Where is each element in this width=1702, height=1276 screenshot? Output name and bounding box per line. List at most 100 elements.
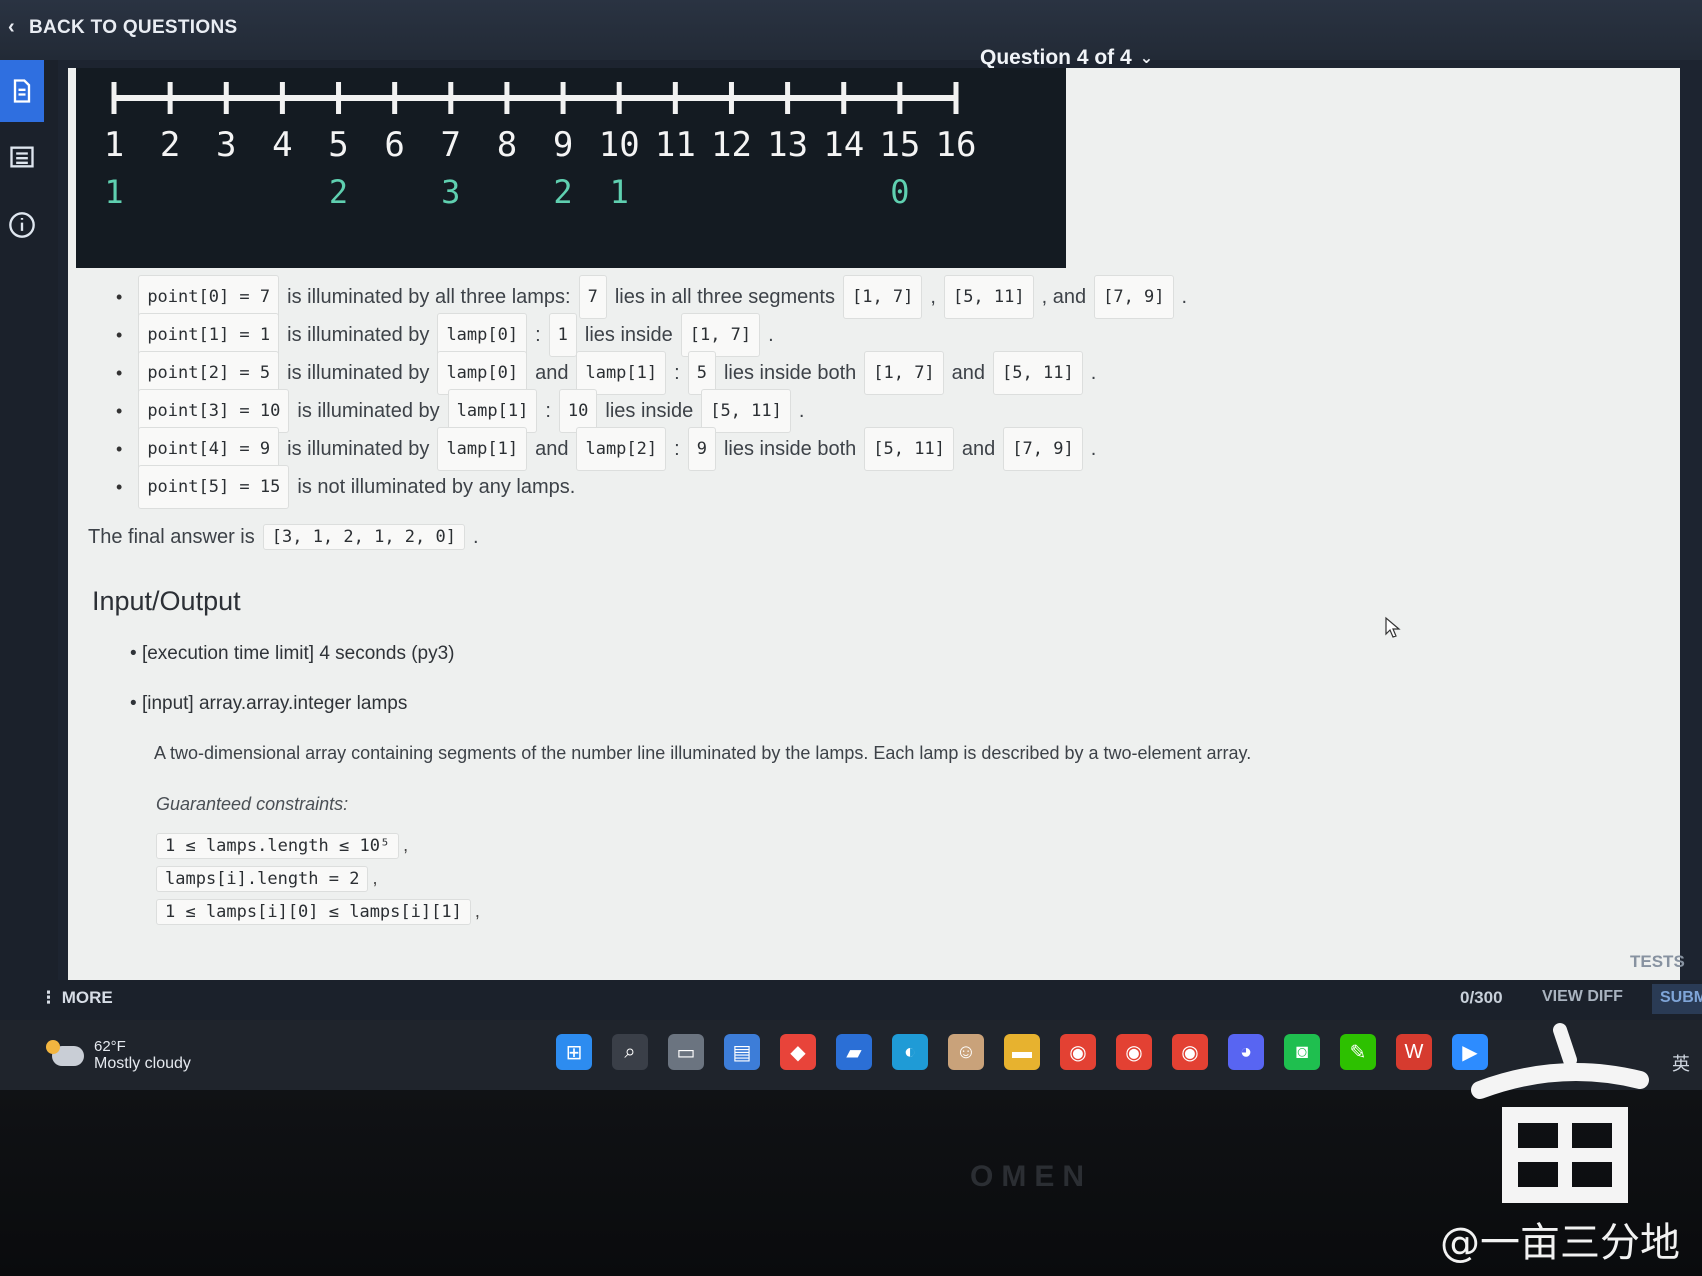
chrome-icon[interactable]: ◉ bbox=[1116, 1034, 1152, 1070]
io-heading: Input/Output bbox=[92, 586, 241, 616]
store-icon[interactable]: ▤ bbox=[724, 1034, 760, 1070]
submission-counter: 0/300 bbox=[1460, 988, 1503, 1007]
explanation-text: : bbox=[674, 362, 680, 384]
explanation-text: , and bbox=[1041, 286, 1087, 308]
point-illumination-count: 3 bbox=[441, 173, 460, 211]
photo-icon[interactable]: ☺ bbox=[948, 1034, 984, 1070]
mouse-cursor-icon bbox=[1385, 616, 1401, 638]
point-explanation-item: point[2] = 5is illuminated bylamp[0]andl… bbox=[116, 351, 1628, 395]
inline-code: [1, 7] bbox=[842, 275, 923, 319]
left-rail bbox=[0, 60, 62, 1018]
app-icon[interactable]: ▰ bbox=[836, 1034, 872, 1070]
weather-condition: Mostly cloudy bbox=[94, 1055, 191, 1072]
watermark-seal-icon bbox=[1471, 1023, 1649, 1203]
tests-tab[interactable]: TESTS bbox=[1630, 952, 1685, 972]
constraint-row: lamps[i].length = 2, bbox=[156, 862, 1628, 895]
explanation-text: is illuminated by bbox=[297, 400, 440, 422]
explanation-text: lies inside bbox=[584, 324, 673, 346]
inline-code: lamp[1] bbox=[437, 427, 528, 471]
explanation-text: is illuminated by bbox=[287, 362, 430, 384]
point-explanation-item: point[1] = 1is illuminated bylamp[0]:1li… bbox=[116, 313, 1628, 357]
input-method-indicator[interactable]: 英 bbox=[1672, 1050, 1690, 1076]
constraint-code: 1 ≤ lamps.length ≤ 10⁵ bbox=[156, 832, 400, 859]
final-answer-value: [3, 1, 2, 1, 2, 0] bbox=[262, 524, 465, 550]
explanation-text: , bbox=[930, 286, 936, 308]
more-label: MORE bbox=[61, 988, 113, 1007]
edge-icon[interactable]: ◐ bbox=[892, 1034, 928, 1070]
windows-start-icon[interactable]: ⊞ bbox=[556, 1034, 592, 1070]
more-menu-button[interactable]: ⋮ MORE bbox=[40, 988, 113, 1008]
question-description-panel: 12345678910111213141516123210 point[0] =… bbox=[68, 68, 1680, 980]
constraints-list: 1 ≤ lamps.length ≤ 10⁵, lamps[i].length =… bbox=[156, 829, 1628, 928]
number-line-diagram: 1 2 3 4 5 6 7 8 9 10 11 12 13 14 15 16 1 2 3 2 1 0 bbox=[76, 68, 1066, 268]
question-nav-label: Question 4 of 4 bbox=[980, 46, 1132, 69]
explanation-text: lies inside bbox=[605, 400, 694, 422]
inline-code: [7, 9] bbox=[1003, 427, 1083, 471]
description-tab[interactable] bbox=[0, 60, 44, 122]
wechat-icon[interactable]: ✎ bbox=[1340, 1034, 1376, 1070]
explanation-text: lies in all three segments bbox=[614, 286, 835, 308]
point-explanation-item: point[3] = 10is illuminated bylamp[1]:10… bbox=[116, 389, 1628, 433]
number-line-tick-label: 13 bbox=[767, 125, 808, 165]
explanation-text: is illuminated by bbox=[287, 324, 430, 346]
search-icon[interactable]: ⌕ bbox=[612, 1034, 648, 1070]
points-list: point[0] = 7is illuminated by all three … bbox=[116, 275, 1628, 509]
wps-icon[interactable]: W bbox=[1396, 1034, 1432, 1070]
inline-code: lamp[2] bbox=[576, 427, 667, 471]
list-tab[interactable] bbox=[0, 126, 44, 188]
chrome-icon[interactable]: ◉ bbox=[1172, 1034, 1208, 1070]
number-line-tick-label: 2 bbox=[160, 125, 180, 165]
discord-icon[interactable]: ◕ bbox=[1228, 1034, 1264, 1070]
number-line-tick-label: 16 bbox=[936, 125, 977, 165]
list-icon bbox=[10, 146, 34, 168]
final-answer-period: . bbox=[472, 525, 479, 548]
constraint-suffix: , bbox=[474, 901, 480, 921]
watermark-text: @一亩三分地 bbox=[1440, 1220, 1680, 1266]
inline-code: 9 bbox=[687, 427, 716, 471]
folder-icon[interactable]: ▬ bbox=[1004, 1034, 1040, 1070]
chrome-icon[interactable]: ◉ bbox=[1060, 1034, 1096, 1070]
app-icon[interactable]: ◆ bbox=[780, 1034, 816, 1070]
editor-bottom-bar: ⋮ MORE 0/300 VIEW DIFF SUBM bbox=[0, 980, 1702, 1020]
constraint-suffix: , bbox=[403, 835, 409, 855]
point-illumination-count: 2 bbox=[553, 173, 572, 211]
chevron-down-icon: ⌄ bbox=[1139, 50, 1154, 67]
back-label: BACK TO QUESTIONS bbox=[28, 16, 238, 38]
submit-button[interactable]: SUBM bbox=[1652, 984, 1702, 1014]
line-icon[interactable]: ◙ bbox=[1284, 1034, 1320, 1070]
explanation-text: . bbox=[1090, 438, 1097, 460]
point-illumination-count: 2 bbox=[329, 173, 348, 211]
explanation-text: and bbox=[961, 438, 996, 460]
inline-code: 1 bbox=[548, 313, 577, 357]
number-line-tick-label: 9 bbox=[553, 125, 573, 165]
explanation-text: . bbox=[1090, 362, 1097, 384]
number-line-tick-label: 11 bbox=[655, 125, 696, 165]
explanation-text: and bbox=[535, 362, 569, 384]
final-answer-label: The final answer is bbox=[88, 525, 255, 548]
point-explanation-item: point[5] = 15 is not illuminated by any l… bbox=[116, 465, 1628, 509]
explanation-text: and bbox=[535, 438, 569, 460]
info-icon bbox=[9, 212, 35, 238]
info-tab[interactable] bbox=[0, 194, 44, 256]
explanation-text: lies inside both bbox=[723, 438, 857, 460]
number-line-tick-label: 3 bbox=[216, 125, 236, 165]
question-selector[interactable]: Question 4 of 4 ⌄ bbox=[980, 46, 1153, 70]
explanation-text: lies inside both bbox=[723, 362, 857, 384]
weather-widget[interactable]: 62°F Mostly cloudy bbox=[46, 1038, 191, 1073]
number-line-tick-label: 4 bbox=[272, 125, 292, 165]
inline-code: [5, 11] bbox=[943, 275, 1034, 319]
point-explanation-item: point[4] = 9is illuminated bylamp[1]andl… bbox=[116, 427, 1628, 471]
number-line-tick-label: 15 bbox=[879, 125, 920, 165]
view-diff-button[interactable]: VIEW DIFF bbox=[1542, 988, 1623, 1006]
input-lamps: [input] array.array.integer lamps bbox=[130, 693, 1628, 715]
explanation-text: : bbox=[545, 400, 551, 422]
number-line-tick-label: 8 bbox=[497, 125, 517, 165]
chevron-left-icon: ‹ bbox=[8, 16, 15, 38]
laptop-brand-logo: OMEN bbox=[970, 1160, 1092, 1193]
top-bar: ‹ BACK TO QUESTIONS Question 4 of 4 ⌄ bbox=[0, 0, 1702, 69]
final-answer: The final answer is [3, 1, 2, 1, 2, 0] . bbox=[88, 524, 1628, 550]
task-view-icon[interactable]: ▭ bbox=[668, 1034, 704, 1070]
point-illumination-count: 1 bbox=[104, 173, 123, 211]
explanation-text: . bbox=[798, 400, 805, 422]
back-to-questions-link[interactable]: ‹ BACK TO QUESTIONS bbox=[8, 16, 237, 39]
